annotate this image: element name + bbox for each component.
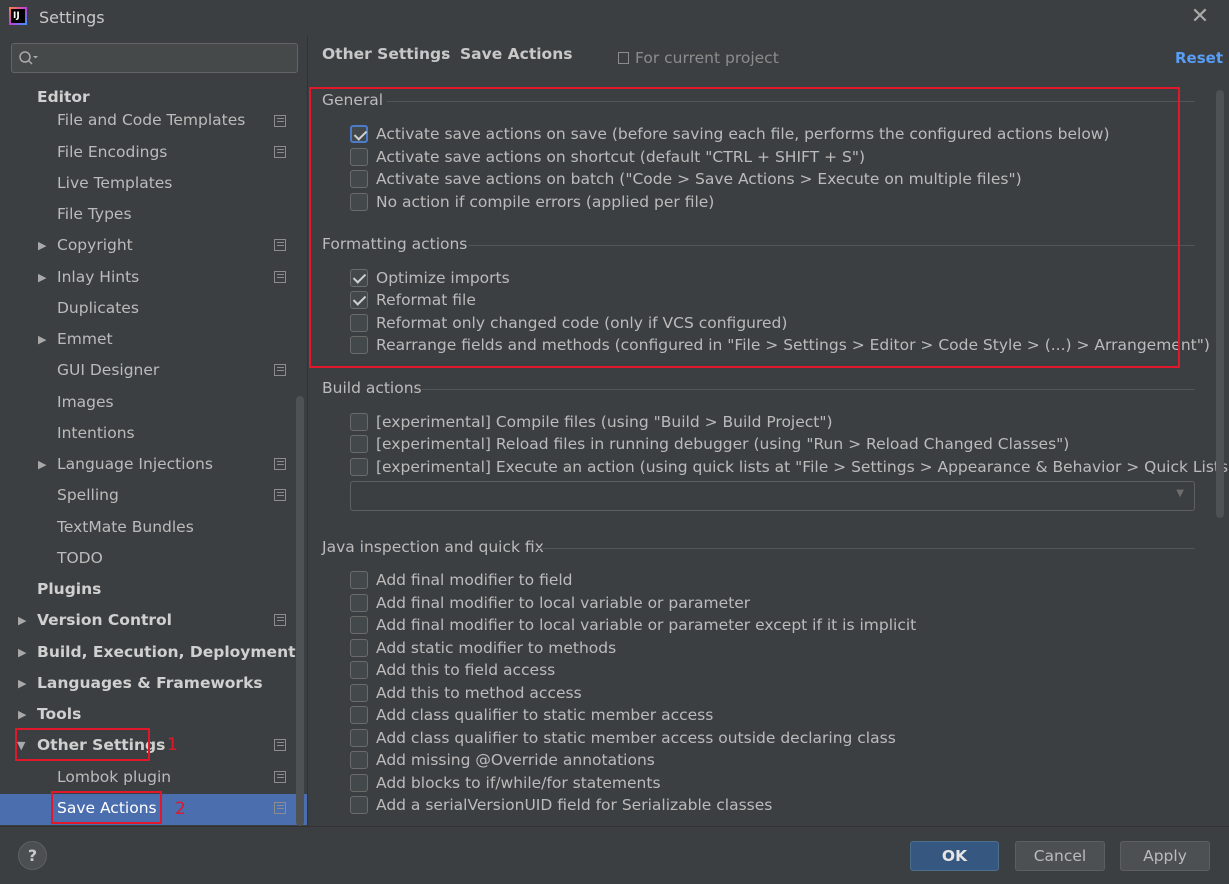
scope-label: For current project	[635, 49, 779, 67]
checkbox-label: Add a serialVersionUID field for Seriali…	[376, 796, 773, 814]
checkbox[interactable]	[350, 639, 368, 657]
sidebar-item-inlay-hints[interactable]: Inlay Hints	[57, 264, 139, 290]
cancel-button[interactable]: Cancel	[1015, 841, 1105, 871]
sidebar-item-lombok-plugin[interactable]: Lombok plugin	[57, 764, 171, 790]
sidebar-item-tools[interactable]: Tools	[37, 701, 81, 727]
project-scope-icon	[274, 802, 286, 814]
sidebar-item-emmet[interactable]: Emmet	[57, 326, 113, 352]
checkbox[interactable]	[350, 751, 368, 769]
expand-arrow-icon[interactable]: ▶	[18, 708, 26, 721]
sidebar-item-copyright[interactable]: Copyright	[57, 232, 133, 258]
project-scope-icon	[618, 52, 629, 64]
project-scope-icon	[274, 739, 286, 751]
sidebar-item-file-types[interactable]: File Types	[57, 201, 132, 227]
sidebar-item-file-encodings[interactable]: File Encodings	[57, 139, 167, 165]
sidebar-item-images[interactable]: Images	[57, 389, 114, 415]
sidebar-item-plugins[interactable]: Plugins	[37, 576, 101, 602]
title-bar: IJ Settings ✕	[0, 0, 1229, 36]
expand-arrow-icon[interactable]: ▶	[38, 458, 46, 471]
checkbox-label: Add this to method access	[376, 684, 582, 702]
checkbox-label: Add this to field access	[376, 661, 556, 679]
section-build-title: Build actions	[322, 379, 422, 397]
checkbox[interactable]	[350, 774, 368, 792]
annotation-box-2	[51, 791, 162, 824]
checkbox-label: Add final modifier to local variable or …	[376, 594, 751, 612]
sidebar-item-duplicates[interactable]: Duplicates	[57, 295, 139, 321]
checkbox-label: Add final modifier to field	[376, 571, 573, 589]
expand-arrow-icon[interactable]: ▶	[18, 677, 26, 690]
chevron-down-icon: ▼	[1176, 488, 1184, 499]
checkbox[interactable]	[350, 661, 368, 679]
ok-button[interactable]: OK	[910, 841, 999, 871]
sidebar-item-build-execution-deployment[interactable]: Build, Execution, Deployment	[37, 639, 296, 665]
help-button[interactable]: ?	[18, 841, 47, 870]
breadcrumb-parent[interactable]: Other Settings	[322, 45, 450, 63]
checkbox-label: Add final modifier to local variable or …	[376, 616, 917, 634]
reset-link[interactable]: Reset	[1175, 49, 1223, 67]
apply-button[interactable]: Apply	[1120, 841, 1210, 871]
checkbox-label: Add missing @Override annotations	[376, 751, 655, 769]
checkbox-label: Add class qualifier to static member acc…	[376, 729, 896, 747]
checkbox[interactable]	[350, 796, 368, 814]
checkbox[interactable]	[350, 413, 368, 431]
search-icon	[19, 51, 38, 65]
project-scope-icon	[274, 146, 286, 158]
section-divider	[422, 389, 1195, 390]
sidebar-item-textmate-bundles[interactable]: TextMate Bundles	[57, 514, 194, 540]
project-scope-icon	[274, 364, 286, 376]
expand-arrow-icon[interactable]: ▶	[38, 271, 46, 284]
intellij-logo-icon: IJ	[9, 7, 27, 25]
sidebar-item-live-templates[interactable]: Live Templates	[57, 170, 172, 196]
search-input[interactable]	[11, 43, 298, 73]
checkbox-label: Add blocks to if/while/for statements	[376, 774, 661, 792]
sidebar-item-intentions[interactable]: Intentions	[57, 420, 135, 446]
sidebar-item-languages-frameworks[interactable]: Languages & Frameworks	[37, 670, 263, 696]
checkbox[interactable]	[350, 458, 368, 476]
quick-list-dropdown[interactable]: ▼	[350, 481, 1195, 511]
annotation-box-1	[15, 728, 150, 761]
sidebar-item-file-and-code-templates[interactable]: File and Code Templates	[57, 107, 245, 133]
checkbox[interactable]	[350, 594, 368, 612]
checkbox-label: Add static modifier to methods	[376, 639, 617, 657]
project-scope-icon	[274, 771, 286, 783]
sidebar-item-gui-designer[interactable]: GUI Designer	[57, 357, 159, 383]
expand-arrow-icon[interactable]: ▶	[18, 614, 26, 627]
project-scope-icon	[274, 458, 286, 470]
close-icon[interactable]: ✕	[1188, 5, 1212, 29]
checkbox-label: Add class qualifier to static member acc…	[376, 706, 714, 724]
checkbox[interactable]	[350, 571, 368, 589]
checkbox[interactable]	[350, 616, 368, 634]
sidebar-item-version-control[interactable]: Version Control	[37, 607, 172, 633]
checkbox[interactable]	[350, 729, 368, 747]
expand-arrow-icon[interactable]: ▶	[38, 239, 46, 252]
checkbox[interactable]	[350, 706, 368, 724]
checkbox-label: [experimental] Execute an action (using …	[376, 458, 1229, 476]
section-divider	[536, 548, 1195, 549]
annotation-number-2: 2	[175, 799, 186, 819]
project-scope-icon	[274, 489, 286, 501]
page-title: Save Actions	[460, 45, 573, 63]
sidebar-item-spelling[interactable]: Spelling	[57, 482, 119, 508]
expand-arrow-icon[interactable]: ▶	[38, 333, 46, 346]
expand-arrow-icon[interactable]: ▶	[18, 646, 26, 659]
annotation-number-1: 1	[167, 735, 178, 755]
project-scope-icon	[274, 614, 286, 626]
checkbox-label: [experimental] Compile files (using "Bui…	[376, 413, 833, 431]
sidebar-scrollbar[interactable]	[296, 396, 304, 826]
sidebar-item-todo[interactable]: TODO	[57, 545, 103, 571]
sidebar-item-language-injections[interactable]: Language Injections	[57, 451, 213, 477]
breadcrumb-separator: ›	[441, 45, 447, 63]
dialog-footer: ? OK Cancel Apply	[0, 826, 1229, 884]
checkbox[interactable]	[350, 684, 368, 702]
project-scope-icon	[274, 239, 286, 251]
settings-sidebar: Editor File and Code Templates File Enco…	[0, 36, 308, 826]
project-scope-icon	[274, 271, 286, 283]
annotation-box-general-formatting	[309, 87, 1180, 368]
checkbox[interactable]	[350, 435, 368, 453]
project-scope-icon	[274, 115, 286, 127]
checkbox-label: [experimental] Reload files in running d…	[376, 435, 1070, 453]
window-title: Settings	[39, 8, 105, 27]
content-scrollbar[interactable]	[1216, 90, 1224, 518]
section-java-title: Java inspection and quick fix	[322, 538, 544, 556]
